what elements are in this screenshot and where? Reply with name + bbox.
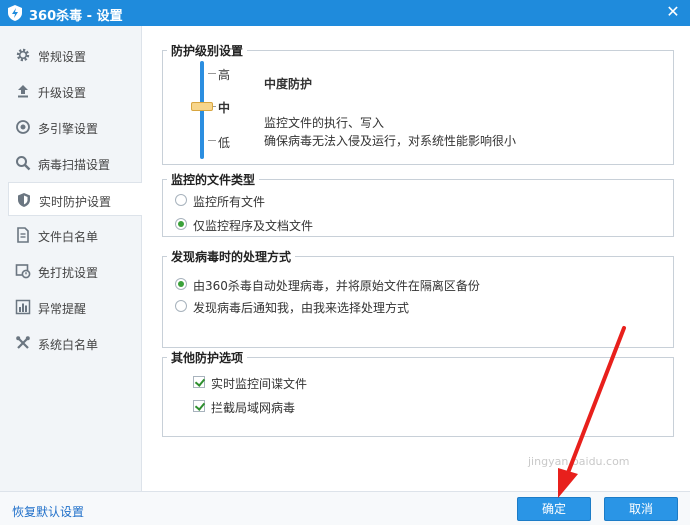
- other-options-group: 其他防护选项 实时监控间谍文件 拦截局域网病毒: [162, 349, 674, 437]
- sidebar-item-label: 病毒扫描设置: [38, 158, 111, 172]
- tools-icon: [16, 336, 30, 349]
- cancel-button[interactable]: 取消: [604, 497, 678, 521]
- settings-panel: 防护级别设置 高 中 低 中度防护 监控文件的执行、写入 确保病毒无法入侵及运行…: [142, 26, 690, 491]
- protection-level-group: 防护级别设置 高 中 低 中度防护 监控文件的执行、写入 确保病毒无法入侵及运行…: [162, 42, 674, 165]
- protection-level-slider-thumb[interactable]: [191, 102, 213, 111]
- sidebar: 常规设置 升级设置 多引擎设置 病毒扫描设置 实时防护设置 文件白名单 免打扰设…: [0, 26, 143, 491]
- sidebar-item-label: 实时防护设置: [39, 195, 112, 209]
- group-title: 防护级别设置: [167, 42, 248, 59]
- title-bar: 360杀毒 - 设置 ✕: [0, 0, 690, 26]
- sidebar-item-scan[interactable]: 病毒扫描设置: [8, 146, 142, 180]
- ok-button[interactable]: 确定: [517, 497, 591, 521]
- group-title: 监控的文件类型: [167, 171, 260, 188]
- option-label: 拦截局域网病毒: [211, 401, 296, 415]
- app-logo-icon: [8, 5, 22, 21]
- level-name: 中度防护: [264, 77, 313, 91]
- document-icon: [17, 227, 29, 243]
- do-not-disturb-icon: [15, 264, 31, 279]
- sidebar-item-engines[interactable]: 多引擎设置: [8, 110, 142, 144]
- radio-button[interactable]: [175, 218, 187, 230]
- engine-icon: [16, 120, 30, 134]
- option-label: 发现病毒后通知我，由我来选择处理方式: [193, 301, 410, 315]
- sidebar-item-anomaly-alert[interactable]: 异常提醒: [8, 290, 142, 324]
- window-title: 360杀毒 - 设置: [29, 9, 123, 24]
- sidebar-item-system-whitelist[interactable]: 系统白名单: [8, 326, 142, 360]
- restore-defaults-link[interactable]: 恢复默认设置: [12, 503, 84, 520]
- sidebar-item-label: 系统白名单: [38, 338, 99, 352]
- level-low-label[interactable]: 低: [218, 134, 230, 151]
- footer-bar: 恢复默认设置 确定 取消: [0, 491, 690, 525]
- checkbox[interactable]: [193, 400, 205, 412]
- radio-button[interactable]: [175, 300, 187, 312]
- close-icon[interactable]: ✕: [664, 3, 682, 21]
- watermark: jingyan.baidu.com: [528, 455, 630, 468]
- sidebar-item-label: 文件白名单: [38, 230, 99, 244]
- level-medium-label[interactable]: 中: [218, 99, 230, 116]
- virus-action-group: 发现病毒时的处理方式 由360杀毒自动处理病毒，并将原始文件在隔离区备份 发现病…: [162, 248, 674, 348]
- option-label: 监控所有文件: [193, 195, 266, 209]
- sidebar-item-general[interactable]: 常规设置: [8, 38, 142, 72]
- sidebar-item-label: 异常提醒: [38, 302, 87, 316]
- gear-icon: [16, 48, 30, 62]
- option-label: 仅监控程序及文档文件: [193, 219, 314, 233]
- sidebar-item-file-whitelist[interactable]: 文件白名单: [8, 218, 142, 252]
- option-label: 实时监控间谍文件: [211, 377, 308, 391]
- sidebar-item-update[interactable]: 升级设置: [8, 74, 142, 108]
- level-high-label[interactable]: 高: [218, 66, 230, 83]
- sidebar-item-do-not-disturb[interactable]: 免打扰设置: [8, 254, 142, 288]
- option-label: 由360杀毒自动处理病毒，并将原始文件在隔离区备份: [193, 279, 480, 293]
- checkbox[interactable]: [193, 376, 205, 388]
- sidebar-item-label: 免打扰设置: [38, 266, 99, 280]
- radio-button[interactable]: [175, 194, 187, 206]
- search-icon: [16, 156, 31, 171]
- sidebar-item-label: 多引擎设置: [38, 122, 99, 136]
- slider-tick: [208, 73, 216, 74]
- radio-button[interactable]: [175, 278, 187, 290]
- group-title: 其他防护选项: [167, 349, 248, 366]
- file-types-group: 监控的文件类型 监控所有文件 仅监控程序及文档文件: [162, 171, 674, 237]
- sidebar-item-realtime-protection[interactable]: 实时防护设置: [8, 182, 143, 216]
- level-description-line1: 监控文件的执行、写入: [264, 116, 385, 130]
- upload-icon: [18, 85, 28, 98]
- sidebar-item-label: 升级设置: [38, 86, 87, 100]
- bar-chart-icon: [15, 299, 31, 315]
- sidebar-item-label: 常规设置: [38, 50, 87, 64]
- shield-icon: [18, 193, 30, 207]
- level-description-line2: 确保病毒无法入侵及运行，对系统性能影响很小: [264, 134, 517, 148]
- group-title: 发现病毒时的处理方式: [167, 248, 296, 265]
- slider-tick: [208, 140, 216, 141]
